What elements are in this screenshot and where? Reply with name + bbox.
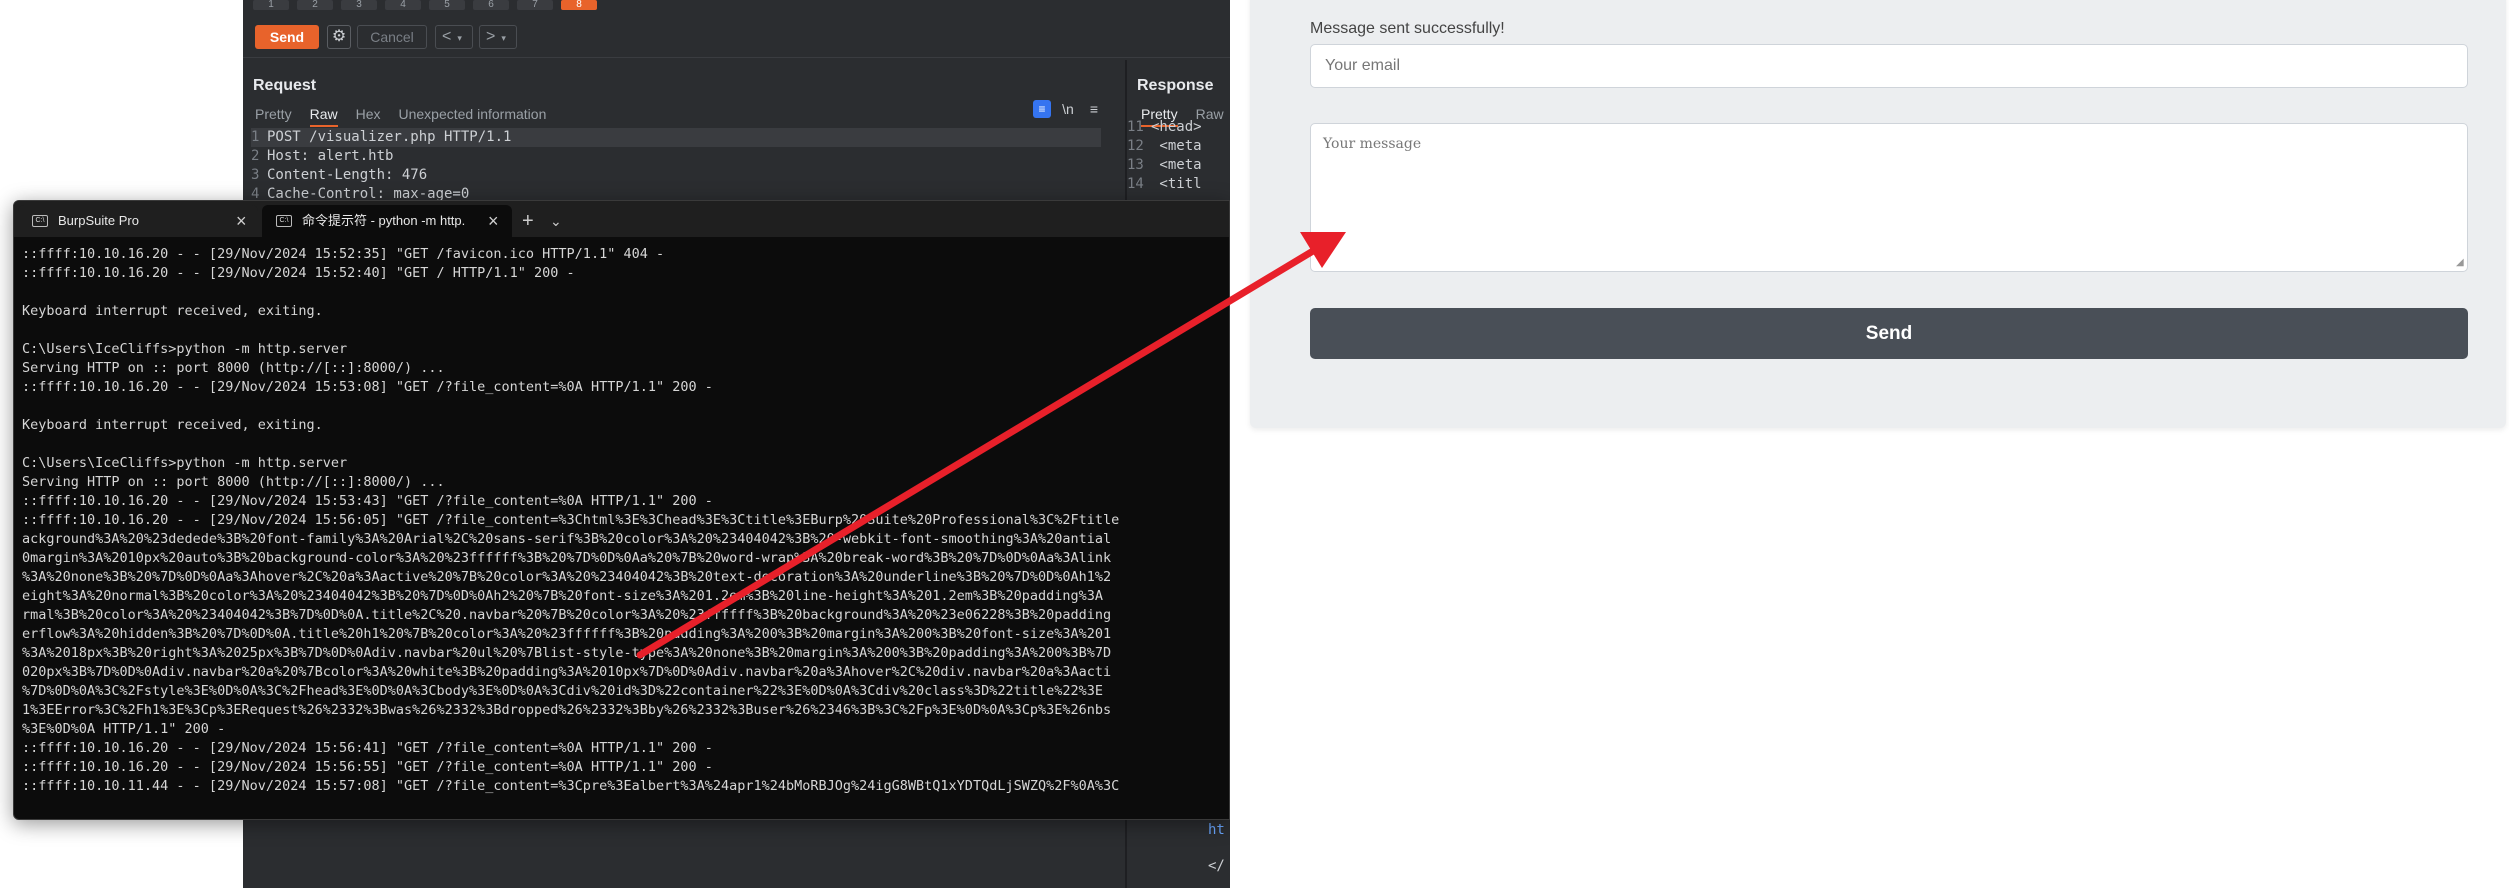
terminal-window: C:\ BurpSuite Pro × C:\ 命令提示符 - python -…	[13, 200, 1230, 820]
burp-toolbar: 12345678 Send ⚙ Cancel < ▾ > ▾	[243, 0, 1230, 58]
resize-grip-icon[interactable]: ◢	[2456, 258, 2466, 268]
terminal-line: ::ffff:10.10.16.20 - - [29/Nov/2024 15:5…	[22, 265, 575, 281]
terminal-tab-burpsuite[interactable]: C:\ BurpSuite Pro ×	[18, 205, 258, 237]
history-back-button[interactable]: < ▾	[435, 25, 473, 49]
repeater-tab[interactable]: 1	[253, 0, 289, 10]
repeater-tab[interactable]: 7	[517, 0, 553, 10]
code-line: 1 POST /visualizer.php HTTP/1.1	[251, 128, 1101, 147]
hamburger-icon[interactable]: ≡	[1085, 100, 1103, 118]
terminal-line: Serving HTTP on :: port 8000 (http://[::…	[22, 360, 445, 376]
terminal-line: Keyboard interrupt received, exiting.	[22, 303, 323, 319]
terminal-line: eight%3A%20normal%3B%20color%3A%20%23404…	[22, 588, 1103, 604]
terminal-line: 0margin%3A%2010px%20auto%3B%20background…	[22, 550, 1112, 566]
tab-unexpected-information[interactable]: Unexpected information	[399, 106, 547, 122]
terminal-line: %3A%20none%3B%20%7D%0D%0Aa%3Ahover%2C%20…	[22, 569, 1112, 585]
code-line: 3 Content-Length: 476	[251, 167, 428, 183]
response-pane-title: Response	[1137, 77, 1214, 94]
close-icon[interactable]: ×	[236, 205, 247, 237]
request-pane-title: Request	[253, 77, 317, 94]
code-line: 13 <meta	[1127, 157, 1202, 173]
response-code-fragment: ht	[1208, 822, 1225, 838]
terminal-tab-label: BurpSuite Pro	[58, 213, 139, 228]
code-line: 12 <meta	[1127, 138, 1202, 154]
success-message: Message sent successfully!	[1310, 20, 1505, 37]
tab-pretty[interactable]: Pretty	[255, 106, 292, 122]
repeater-tab-strip: 12345678	[253, 0, 853, 10]
request-tabs: Pretty Raw Hex Unexpected information	[255, 106, 564, 127]
terminal-line: 1%3EError%3C%2Fh1%3E%3Cp%3ERequest%26%23…	[22, 702, 1112, 718]
code-line: 2 Host: alert.htb	[251, 148, 394, 164]
terminal-icon: C:\	[32, 215, 48, 227]
repeater-tab[interactable]: 4	[385, 0, 421, 10]
code-line: 11 <head>	[1127, 119, 1202, 135]
terminal-line: ::ffff:10.10.16.20 - - [29/Nov/2024 15:5…	[22, 740, 713, 756]
tab-hex[interactable]: Hex	[356, 106, 381, 122]
email-field[interactable]	[1310, 44, 2468, 88]
terminal-line: %3A%2018px%3B%20right%3A%2025px%3B%7D%0D…	[22, 645, 1112, 661]
chevron-down-icon: ▾	[501, 33, 506, 43]
repeater-tab[interactable]: 5	[429, 0, 465, 10]
terminal-line: C:\Users\IceCliffs>python -m http.server	[22, 455, 348, 471]
contact-form-card: Message sent successfully! ◢ Send	[1250, 0, 2506, 428]
terminal-line: Keyboard interrupt received, exiting.	[22, 417, 323, 433]
repeater-tab[interactable]: 6	[473, 0, 509, 10]
close-icon[interactable]: ×	[488, 205, 499, 237]
send-button[interactable]: Send	[1310, 308, 2468, 359]
newline-toggle[interactable]: \n	[1059, 100, 1077, 118]
chevron-left-icon: <	[442, 28, 452, 45]
terminal-line: 020px%3B%7D%0D%0Adiv.navbar%20a%20%7Bcol…	[22, 664, 1112, 680]
repeater-tab[interactable]: 2	[297, 0, 333, 10]
repeater-tab-active[interactable]: 8	[561, 0, 597, 10]
terminal-tab-python[interactable]: C:\ 命令提示符 - python -m http. ×	[262, 205, 512, 237]
terminal-tab-label: 命令提示符 - python -m http.	[302, 213, 466, 228]
response-code-fragment: </	[1208, 858, 1225, 874]
gear-icon[interactable]: ⚙	[327, 25, 351, 49]
terminal-line: ::ffff:10.10.16.20 - - [29/Nov/2024 15:5…	[22, 246, 665, 262]
terminal-line: %7D%0D%0A%3C%2Fstyle%3E%0D%0A%3C%2Fhead%…	[22, 683, 1103, 699]
code-line: 14 <titl	[1127, 176, 1202, 192]
wrap-lines-icon[interactable]: ≡	[1033, 100, 1051, 118]
response-viewer[interactable]: 11 <head> 12 <meta 13 <meta 14 <titl	[1127, 118, 1230, 194]
terminal-line: ::ffff:10.10.16.20 - - [29/Nov/2024 15:5…	[22, 379, 713, 395]
terminal-line: rmal%3B%20color%3A%20%23404042%3B%7D%0D%…	[22, 607, 1112, 623]
contact-page: Message sent successfully! ◢ Send	[1230, 0, 2509, 888]
new-tab-button[interactable]: +	[522, 205, 534, 237]
terminal-tab-bar: C:\ BurpSuite Pro × C:\ 命令提示符 - python -…	[14, 201, 1229, 237]
terminal-line: ::ffff:10.10.16.20 - - [29/Nov/2024 15:5…	[22, 493, 713, 509]
terminal-line: ::ffff:10.10.11.44 - - [29/Nov/2024 15:5…	[22, 778, 1120, 794]
terminal-line: erflow%3A%20hidden%3B%20%7D%0D%0A.title%…	[22, 626, 1112, 642]
chevron-down-icon: ▾	[457, 33, 462, 43]
repeater-tab[interactable]: 3	[341, 0, 377, 10]
terminal-line: ackground%3A%20%23dedede%3B%20font-famil…	[22, 531, 1112, 547]
terminal-line: ::ffff:10.10.16.20 - - [29/Nov/2024 15:5…	[22, 512, 1120, 528]
terminal-line: ::ffff:10.10.16.20 - - [29/Nov/2024 15:5…	[22, 759, 713, 775]
terminal-line: Serving HTTP on :: port 8000 (http://[::…	[22, 474, 445, 490]
chevron-down-icon[interactable]: ⌄	[550, 205, 562, 237]
chevron-right-icon: >	[486, 28, 496, 45]
terminal-line: C:\Users\IceCliffs>python -m http.server	[22, 341, 348, 357]
message-field[interactable]	[1310, 123, 2468, 272]
history-forward-button[interactable]: > ▾	[479, 25, 517, 49]
terminal-output[interactable]: ::ffff:10.10.16.20 - - [29/Nov/2024 15:5…	[22, 245, 1229, 796]
tab-raw[interactable]: Raw	[309, 106, 338, 127]
terminal-icon: C:\	[276, 215, 292, 227]
request-editor[interactable]: 1 POST /visualizer.php HTTP/1.1 2 Host: al…	[251, 128, 1101, 204]
burp-cancel-button[interactable]: Cancel	[357, 25, 427, 49]
burp-send-button[interactable]: Send	[255, 25, 319, 49]
terminal-line: %3E%0D%0A HTTP/1.1" 200 -	[22, 721, 226, 737]
